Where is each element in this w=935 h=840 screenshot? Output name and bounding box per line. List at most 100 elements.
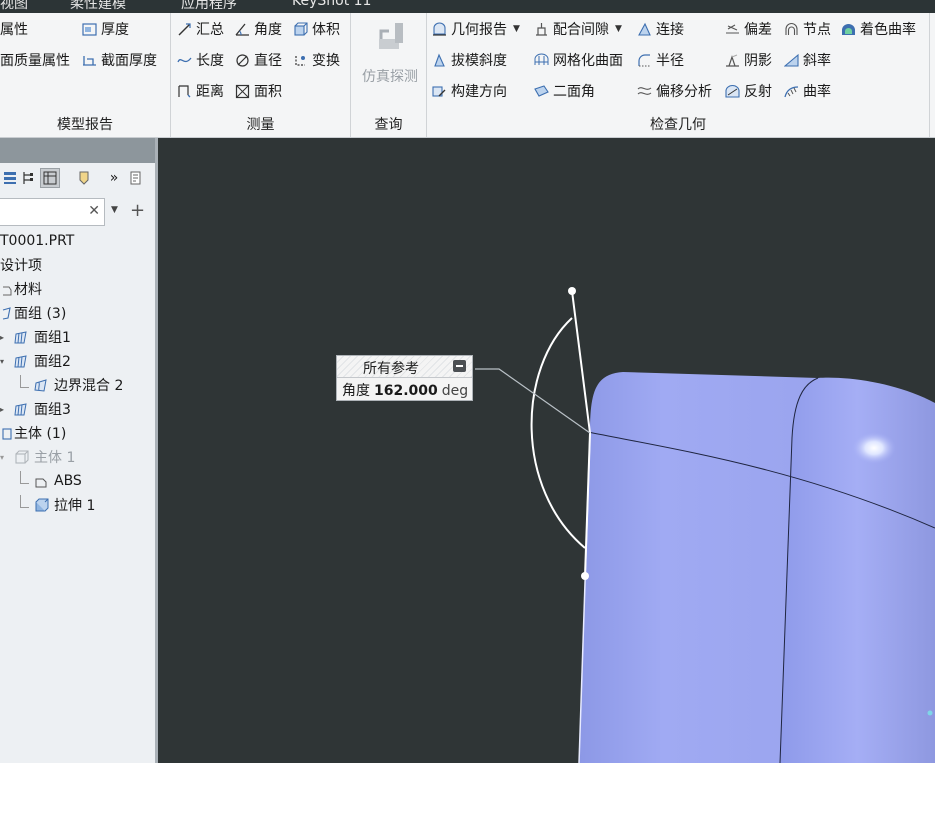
add-filter-icon[interactable]: + — [130, 200, 145, 221]
slope-icon — [784, 53, 799, 68]
tree-item-extrude1[interactable]: 拉伸 1 — [20, 494, 95, 516]
shadow-button[interactable]: 阴影 — [725, 49, 772, 71]
build-direction-button[interactable]: 构建方向 — [432, 80, 507, 102]
tree-item-abs[interactable]: ABS — [20, 470, 82, 492]
more-tools-icon[interactable]: » — [104, 168, 124, 188]
reflection-button[interactable]: 反射 — [725, 80, 772, 102]
tree-item-boundary-blend[interactable]: 边界混合 2 — [20, 374, 123, 396]
group-label-query: 查询 — [374, 117, 403, 133]
boundary-blend-icon — [34, 378, 49, 393]
mesh-surface-icon — [534, 53, 549, 68]
connect-button[interactable]: 连接 — [637, 18, 684, 40]
thickness-button[interactable]: 厚度 — [82, 18, 129, 40]
tree-item-quilt2[interactable]: ▾ 面组2 — [0, 350, 71, 372]
group-label-measure: 测量 — [246, 117, 275, 133]
mass-properties-label: 面质量属性 — [0, 53, 70, 69]
volume-label: 体积 — [312, 22, 340, 38]
clear-search-icon[interactable]: ✕ — [88, 203, 100, 219]
mesh-surface-button[interactable]: 网格化曲面 — [534, 49, 623, 71]
offset-analysis-button[interactable]: 偏移分析 — [637, 80, 712, 102]
length-button[interactable]: 长度 — [177, 49, 224, 71]
tree-columns-icon[interactable] — [40, 168, 60, 188]
clearance-button[interactable]: 配合间隙 ▼ — [534, 18, 622, 40]
note-header[interactable]: 所有参考 — [337, 356, 472, 378]
model-surface-view[interactable] — [158, 138, 935, 763]
menu-flexible-modeling[interactable]: 柔性建模 — [70, 0, 126, 13]
tree-item-label: 材料 — [14, 282, 42, 298]
summary-button[interactable]: 汇总 — [177, 18, 224, 40]
measure-result-note[interactable]: 所有参考 角度 162.000 deg — [336, 355, 473, 401]
distance-button[interactable]: 距离 — [177, 80, 224, 102]
tree-item-body1[interactable]: ▾ 主体 1 — [0, 446, 75, 468]
collapse-note-icon[interactable] — [453, 360, 466, 372]
note-body: 角度 162.000 deg — [342, 380, 468, 400]
panel-tab-header — [0, 138, 155, 163]
radius-icon — [637, 53, 652, 68]
radius-button[interactable]: 半径 — [637, 49, 684, 71]
deviation-button[interactable]: 偏差 — [725, 18, 772, 40]
menu-keyshot[interactable]: KeyShot 11 — [292, 0, 371, 9]
sim-probe-button[interactable]: 仿真探测 — [357, 15, 423, 95]
expand-arrow-icon[interactable]: ▸ — [0, 405, 9, 414]
deviation-icon — [725, 22, 740, 37]
angle-button[interactable]: 角度 — [235, 18, 282, 40]
search-dropdown-icon[interactable]: ▼ — [111, 205, 118, 215]
collapse-arrow-icon[interactable]: ▾ — [0, 357, 9, 366]
tree-item-bodies[interactable]: 主体 (1) — [0, 422, 66, 444]
properties-button[interactable]: 属性 — [0, 18, 28, 40]
clearance-dropdown-icon[interactable]: ▼ — [615, 24, 622, 34]
clearance-label: 配合间隙 — [553, 22, 609, 38]
shade-curvature-button[interactable]: 着色曲率 — [841, 18, 916, 40]
tree-item-design-items[interactable]: 设计项 — [0, 254, 42, 276]
menu-view[interactable]: 视图 — [0, 0, 28, 13]
transform-button[interactable]: 变换 — [293, 49, 340, 71]
tree-item-quilt1[interactable]: ▸ 面组1 — [0, 326, 71, 348]
measure-type-label: 角度 — [342, 383, 370, 399]
deviation-label: 偏差 — [744, 22, 772, 38]
section-thickness-button[interactable]: 截面厚度 — [82, 49, 157, 71]
top-menu-bar: 视图 柔性建模 应用程序 KeyShot 11 — [0, 0, 935, 13]
diameter-button[interactable]: 直径 — [235, 49, 282, 71]
collapse-arrow-icon[interactable]: ▾ — [0, 453, 9, 462]
tree-item-quilts[interactable]: 面组 (3) — [0, 302, 66, 324]
graphics-viewport[interactable]: 所有参考 角度 162.000 deg — [158, 138, 935, 763]
tree-item-label: 主体 (1) — [14, 426, 67, 442]
tree-list-view-icon[interactable] — [0, 168, 20, 188]
angle-endpoint-top[interactable] — [568, 287, 576, 295]
model-tree-toolbar: » — [0, 166, 155, 192]
expand-arrow-icon[interactable]: ▸ — [0, 333, 9, 342]
tree-item-label: 主体 1 — [34, 450, 76, 466]
offset-analysis-label: 偏移分析 — [656, 84, 712, 100]
geometry-report-dropdown-icon[interactable]: ▼ — [513, 24, 520, 34]
tree-connector — [20, 494, 29, 508]
model-tree-panel: » ✕ ▼ + T0001.PRT 设计项 材料 面组 (3) ▸ 面组1 ▾ … — [0, 138, 155, 763]
tree-item-root[interactable]: T0001.PRT — [0, 230, 74, 252]
note-title: 所有参考 — [363, 361, 419, 377]
surface-highlight — [852, 432, 896, 464]
surface-right-face[interactable] — [780, 377, 935, 763]
tree-search-input[interactable]: ✕ — [0, 198, 105, 226]
tree-item-material[interactable]: 材料 — [0, 278, 42, 300]
slope-button[interactable]: 斜率 — [784, 49, 831, 71]
node-button[interactable]: 节点 — [784, 18, 831, 40]
tree-item-label: T0001.PRT — [0, 233, 75, 249]
mass-properties-button[interactable]: 面质量属性 — [0, 49, 70, 71]
draft-button[interactable]: 拔模斜度 — [432, 49, 507, 71]
edge-point-marker — [927, 710, 933, 716]
tree-filter-icon[interactable] — [74, 168, 94, 188]
connect-icon — [637, 22, 652, 37]
area-button[interactable]: 面积 — [235, 80, 282, 102]
curvature-button[interactable]: 曲率 — [784, 80, 831, 102]
diameter-icon — [235, 53, 250, 68]
section-thickness-label: 截面厚度 — [101, 53, 157, 69]
angle-endpoint-bottom[interactable] — [581, 572, 589, 580]
tree-settings-icon[interactable] — [126, 168, 146, 188]
thickness-icon — [82, 22, 97, 37]
geometry-report-button[interactable]: 几何报告 ▼ — [432, 18, 520, 40]
tree-item-quilt3[interactable]: ▸ 面组3 — [0, 398, 71, 420]
dihedral-button[interactable]: 二面角 — [534, 80, 595, 102]
menu-applications[interactable]: 应用程序 — [181, 0, 237, 13]
volume-button[interactable]: 体积 — [293, 18, 340, 40]
tree-hierarchy-icon[interactable] — [18, 168, 38, 188]
shadow-label: 阴影 — [744, 53, 772, 69]
